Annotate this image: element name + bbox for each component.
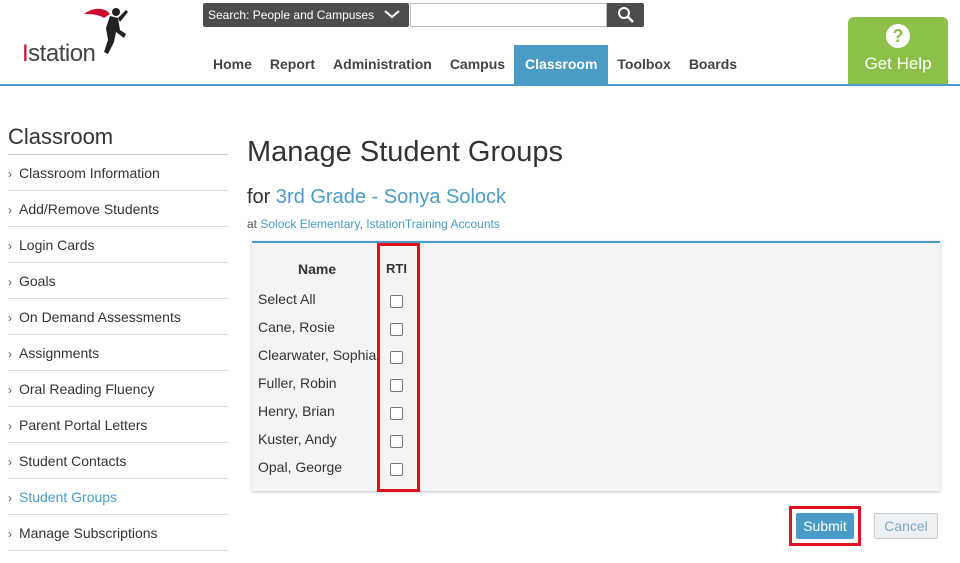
chevron-right-icon: › bbox=[8, 311, 12, 325]
logo-wordmark: Istation bbox=[22, 40, 96, 68]
sidebar-title: Classroom bbox=[8, 124, 228, 155]
chevron-right-icon: › bbox=[8, 203, 12, 217]
sidebar-item-label: Oral Reading Fluency bbox=[19, 381, 155, 397]
class-subtitle: for 3rd Grade - Sonya Solock bbox=[247, 186, 506, 209]
nav-administration[interactable]: Administration bbox=[324, 45, 441, 84]
at-prefix: at bbox=[247, 217, 258, 231]
chevron-right-icon: › bbox=[8, 527, 12, 541]
nav-report[interactable]: Report bbox=[261, 45, 324, 84]
student-row: Opal, George bbox=[258, 457, 658, 485]
sidebar-item-assignments[interactable]: › Assignments bbox=[8, 335, 228, 371]
search-input[interactable] bbox=[410, 3, 607, 27]
student-row: Cane, Rosie bbox=[258, 317, 658, 345]
chevron-right-icon: › bbox=[8, 491, 12, 505]
sidebar-item-label: Assignments bbox=[19, 345, 100, 361]
sidebar-item-label: Login Cards bbox=[19, 237, 95, 253]
search-icon bbox=[618, 7, 634, 23]
search-scope-label: Search: People and Campuses bbox=[208, 8, 375, 22]
sidebar-item-on-demand-assessments[interactable]: › On Demand Assessments bbox=[8, 299, 228, 335]
school-separator: , bbox=[359, 217, 363, 231]
sidebar-item-label: Add/Remove Students bbox=[19, 201, 160, 217]
chevron-right-icon: › bbox=[8, 383, 12, 397]
student-name: Clearwater, Sophia bbox=[258, 347, 377, 363]
search-scope-dropdown[interactable]: Search: People and Campuses bbox=[203, 3, 409, 27]
name-column-header: Name bbox=[298, 261, 337, 277]
chevron-right-icon: › bbox=[8, 275, 12, 289]
sidebar-item-label: Manage Subscriptions bbox=[19, 525, 158, 541]
submit-highlight: Submit bbox=[789, 506, 861, 546]
help-question-icon: ? bbox=[886, 24, 910, 48]
chevron-right-icon: › bbox=[8, 455, 12, 469]
school-link[interactable]: Solock Elementary bbox=[260, 217, 359, 231]
nav-classroom[interactable]: Classroom bbox=[514, 45, 609, 84]
student-row: Henry, Brian bbox=[258, 401, 658, 429]
rti-column-highlight bbox=[377, 243, 420, 492]
cancel-button[interactable]: Cancel bbox=[874, 513, 938, 539]
select-all-label: Select All bbox=[258, 291, 316, 307]
for-prefix: for bbox=[247, 186, 271, 208]
get-help-button[interactable]: ? Get Help bbox=[848, 17, 948, 84]
sidebar-item-student-groups[interactable]: › Student Groups bbox=[8, 479, 228, 515]
sidebar-item-student-contacts[interactable]: › Student Contacts bbox=[8, 443, 228, 479]
sidebar-item-goals[interactable]: › Goals bbox=[8, 263, 228, 299]
main-nav: Home Report Administration Campus Classroom T… bbox=[204, 45, 746, 84]
student-row: Fuller, Robin bbox=[258, 373, 658, 401]
sidebar-item-login-cards[interactable]: › Login Cards bbox=[8, 227, 228, 263]
student-name: Kuster, Andy bbox=[258, 431, 337, 447]
istation-logo[interactable]: Istation bbox=[22, 4, 142, 68]
chevron-right-icon: › bbox=[8, 167, 12, 181]
logo-rest: station bbox=[28, 40, 96, 67]
top-header: Istation Search: People and Campuses Hom… bbox=[0, 0, 960, 86]
chevron-right-icon: › bbox=[8, 419, 12, 433]
sidebar-item-label: Parent Portal Letters bbox=[19, 417, 148, 433]
page-title: Manage Student Groups bbox=[247, 136, 563, 168]
search-button[interactable] bbox=[607, 3, 644, 27]
class-link[interactable]: 3rd Grade - Sonya Solock bbox=[276, 186, 506, 208]
nav-home[interactable]: Home bbox=[204, 45, 261, 84]
select-all-row: Select All bbox=[258, 289, 658, 317]
sidebar-item-parent-portal-letters[interactable]: › Parent Portal Letters bbox=[8, 407, 228, 443]
student-name: Opal, George bbox=[258, 459, 343, 475]
nav-boards[interactable]: Boards bbox=[680, 45, 746, 84]
sidebar: Classroom › Classroom Information › Add/Rem… bbox=[8, 124, 228, 551]
sidebar-item-oral-reading-fluency[interactable]: › Oral Reading Fluency bbox=[8, 371, 228, 407]
sidebar-item-classroom-information[interactable]: › Classroom Information bbox=[8, 155, 228, 191]
student-group-panel: Name RTI Select All Cane, Rosie Clearwater… bbox=[252, 241, 940, 491]
sidebar-list: › Classroom Information › Add/Remove Studen… bbox=[8, 155, 228, 551]
student-name: Cane, Rosie bbox=[258, 319, 336, 335]
chevron-right-icon: › bbox=[8, 239, 12, 253]
chevron-right-icon: › bbox=[8, 347, 12, 361]
student-name: Fuller, Robin bbox=[258, 375, 337, 391]
sidebar-item-label: Student Groups bbox=[19, 489, 118, 505]
submit-button[interactable]: Submit bbox=[796, 513, 854, 539]
student-row: Kuster, Andy bbox=[258, 429, 658, 457]
nav-campus[interactable]: Campus bbox=[441, 45, 514, 84]
nav-toolbox[interactable]: Toolbox bbox=[608, 45, 679, 84]
sidebar-item-label: Classroom Information bbox=[19, 165, 160, 181]
student-name: Henry, Brian bbox=[258, 403, 335, 419]
sidebar-item-manage-subscriptions[interactable]: › Manage Subscriptions bbox=[8, 515, 228, 551]
sidebar-item-label: Student Contacts bbox=[19, 453, 127, 469]
sidebar-item-label: Goals bbox=[19, 273, 56, 289]
account-link[interactable]: IstationTraining Accounts bbox=[366, 217, 500, 231]
sidebar-item-add-remove-students[interactable]: › Add/Remove Students bbox=[8, 191, 228, 227]
student-row: Clearwater, Sophia bbox=[258, 345, 658, 373]
sidebar-item-label: On Demand Assessments bbox=[19, 309, 181, 325]
get-help-label: Get Help bbox=[864, 54, 932, 73]
chevron-down-icon bbox=[384, 10, 400, 19]
school-line: at Solock Elementary, IstationTraining A… bbox=[247, 217, 500, 231]
